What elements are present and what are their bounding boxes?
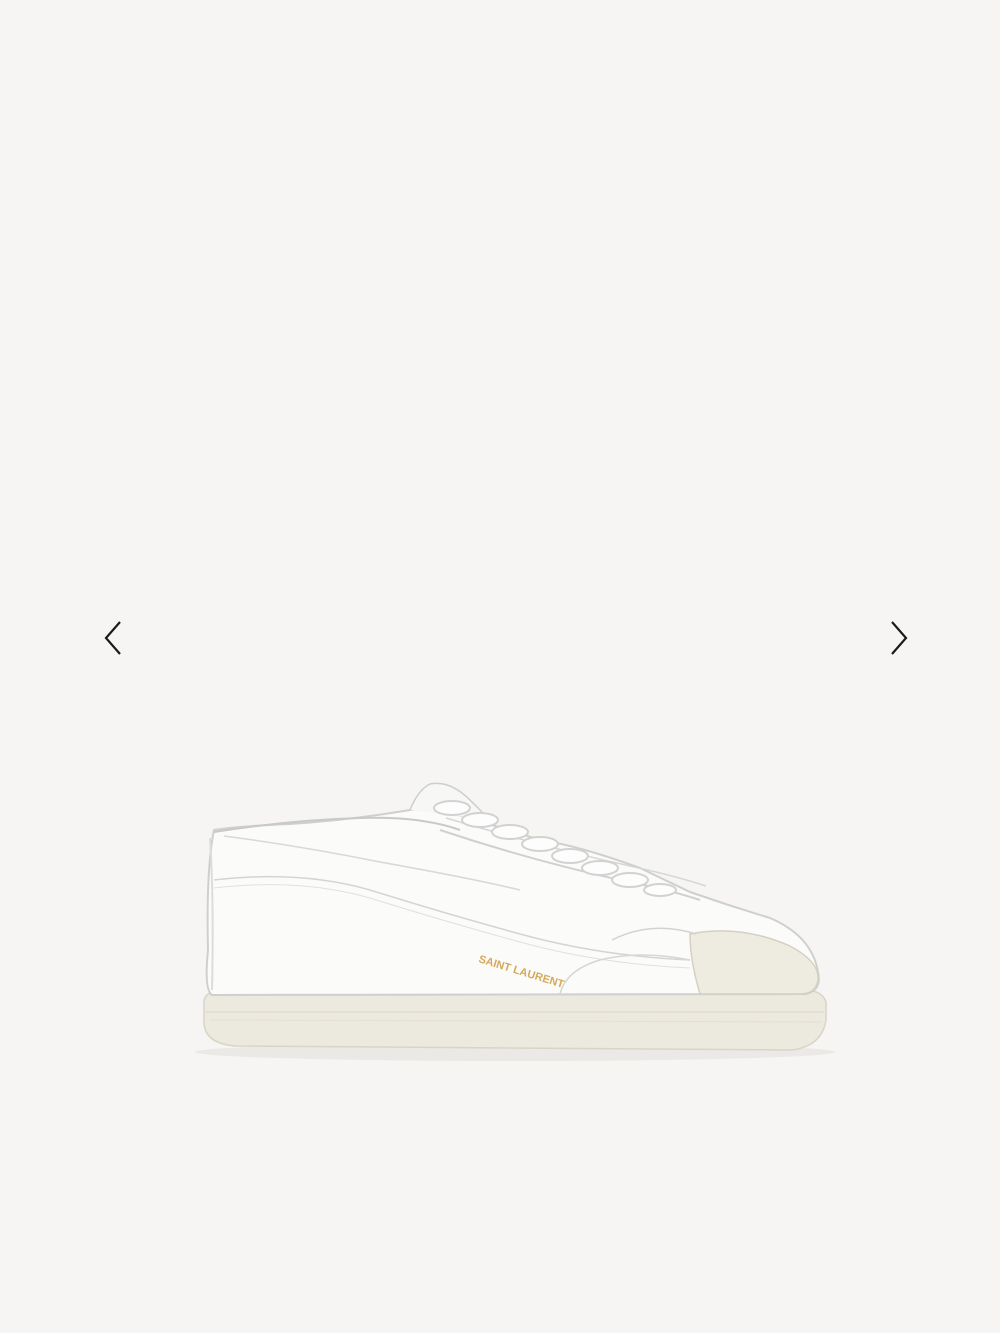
chevron-right-icon	[891, 621, 908, 655]
next-image-button[interactable]	[877, 616, 921, 660]
product-image-gallery: SAINT LAURENT	[0, 0, 1000, 1333]
previous-image-button[interactable]	[91, 616, 135, 660]
chevron-left-icon	[104, 621, 121, 655]
sneaker-image: SAINT LAURENT	[195, 782, 835, 1061]
